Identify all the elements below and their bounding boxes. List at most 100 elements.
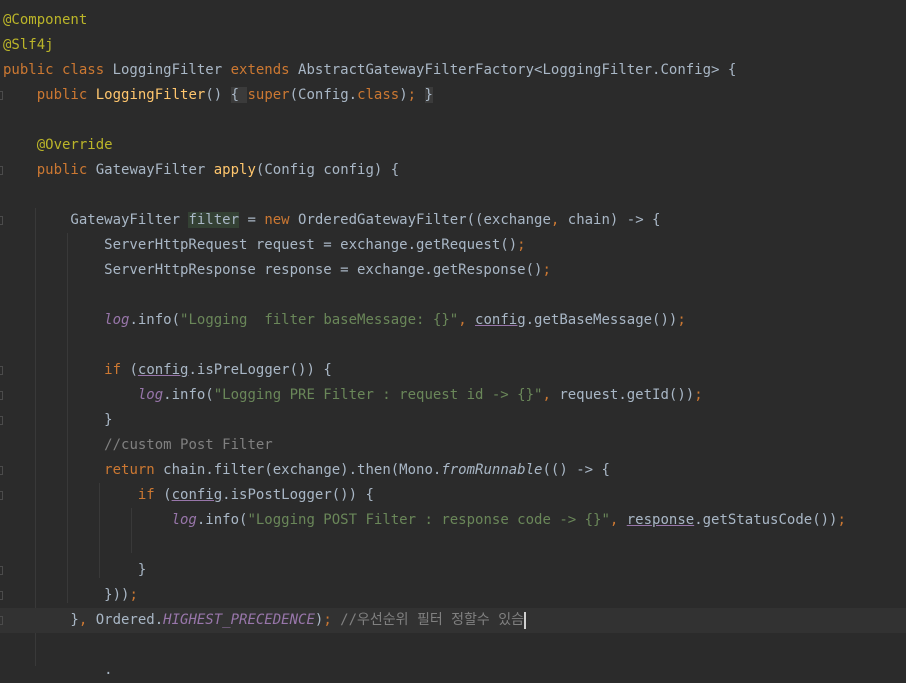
- code-line[interactable]: GatewayFilter filter = new OrderedGatewa…: [0, 208, 906, 233]
- code-token: ): [399, 87, 408, 103]
- code-token: public: [36, 162, 96, 178]
- code-token: @Slf4j: [3, 37, 54, 53]
- code-line[interactable]: log.info("Logging PRE Filter : request i…: [0, 383, 906, 408]
- code-line[interactable]: @Slf4j: [0, 33, 906, 58]
- code-token: .isPostLogger()) {: [222, 487, 374, 503]
- code-token: //custom Post Filter: [104, 437, 273, 453]
- code-token: config: [137, 362, 189, 378]
- code-token: log: [137, 387, 164, 403]
- code-token: response: [626, 512, 695, 528]
- code-token: ServerHttpRequest request = exchange.get…: [3, 237, 518, 253]
- code-text: //custom Post Filter: [3, 433, 273, 458]
- code-token: ,: [550, 212, 568, 228]
- code-token: }: [3, 412, 113, 428]
- code-token: LoggingFilter: [112, 62, 231, 78]
- code-token: .info(: [196, 512, 248, 528]
- code-line[interactable]: @Component: [0, 8, 906, 33]
- code-token: GatewayFilter: [3, 212, 189, 228]
- code-token: return: [104, 462, 164, 478]
- code-line[interactable]: }, Ordered.HIGHEST_PRECEDENCE); //우선순위 필…: [0, 608, 906, 633]
- code-token: {: [230, 87, 248, 103]
- code-line[interactable]: public GatewayFilter apply(Config config…: [0, 158, 906, 183]
- code-line[interactable]: [0, 108, 906, 133]
- code-line[interactable]: [0, 633, 906, 658]
- code-token: ;: [129, 587, 138, 603]
- code-token: }: [3, 562, 147, 578]
- code-token: config: [475, 312, 526, 328]
- code-token: .: [3, 662, 113, 678]
- code-token: ,: [458, 312, 476, 328]
- code-token: (() -> {: [542, 462, 610, 478]
- code-text: }, Ordered.HIGHEST_PRECEDENCE); //우선순위 필…: [3, 608, 526, 633]
- code-line[interactable]: }: [0, 558, 906, 583]
- code-token: ;: [542, 262, 551, 278]
- code-token: filter: [188, 212, 240, 228]
- code-token: ,: [542, 387, 560, 403]
- code-token: .info(: [129, 312, 181, 328]
- code-token: .info(: [163, 387, 214, 403]
- code-token: =: [239, 212, 265, 228]
- code-line[interactable]: if (config.isPreLogger()) {: [0, 358, 906, 383]
- code-line[interactable]: if (config.isPostLogger()) {: [0, 483, 906, 508]
- code-token: config: [171, 487, 223, 503]
- code-token: request.getId()): [559, 387, 695, 403]
- code-token: if: [104, 362, 130, 378]
- code-token: OrderedGatewayFilter((exchange: [298, 212, 551, 228]
- code-token: (: [129, 362, 138, 378]
- code-token: }: [3, 612, 79, 628]
- code-text: .: [3, 658, 113, 683]
- code-line[interactable]: public LoggingFilter() { super(Config.cl…: [0, 83, 906, 108]
- code-token: ServerHttpResponse response = exchange.g…: [3, 262, 543, 278]
- code-line[interactable]: //custom Post Filter: [0, 433, 906, 458]
- code-line[interactable]: return chain.filter(exchange).then(Mono.…: [0, 458, 906, 483]
- code-token: extends: [230, 62, 299, 78]
- code-token: (): [205, 87, 231, 103]
- code-line[interactable]: ServerHttpRequest request = exchange.get…: [0, 233, 906, 258]
- code-line[interactable]: [0, 333, 906, 358]
- code-token: AbstractGatewayFilterFactory<LoggingFilt…: [298, 62, 737, 78]
- code-token: ;: [694, 387, 703, 403]
- code-editor[interactable]: @Component @Slf4j public class LoggingFilt…: [0, 0, 906, 678]
- code-text: if (config.isPostLogger()) {: [3, 483, 374, 508]
- code-token: ;: [323, 612, 341, 628]
- code-token: ;: [407, 87, 425, 103]
- code-token: apply: [213, 162, 256, 178]
- code-token: }: [424, 87, 433, 103]
- code-line[interactable]: ServerHttpResponse response = exchange.g…: [0, 258, 906, 283]
- code-token: LoggingFilter: [95, 87, 206, 103]
- code-line[interactable]: log.info("Logging filter baseMessage: {}…: [0, 308, 906, 333]
- code-token: log: [104, 312, 130, 328]
- code-token: public class: [3, 62, 113, 78]
- code-line[interactable]: public class LoggingFilter extends Abstr…: [0, 58, 906, 83]
- code-line[interactable]: log.info("Logging POST Filter : response…: [0, 508, 906, 533]
- code-line[interactable]: [0, 183, 906, 208]
- code-token: //우선순위 필터 정할수 있슴: [340, 612, 524, 628]
- code-token: "Logging PRE Filter : request id -> {}": [213, 387, 543, 403]
- code-text: @Slf4j: [3, 33, 54, 58]
- code-line[interactable]: [0, 283, 906, 308]
- code-token: HIGHEST_PRECEDENCE: [163, 612, 315, 628]
- code-line[interactable]: }));: [0, 583, 906, 608]
- code-token: "Logging filter baseMessage: {}": [180, 312, 459, 328]
- code-line[interactable]: }: [0, 408, 906, 433]
- code-token: Ordered.: [95, 612, 164, 628]
- code-token: if: [137, 487, 164, 503]
- code-token: new: [264, 212, 299, 228]
- code-token: ,: [78, 612, 96, 628]
- code-text: return chain.filter(exchange).then(Mono.…: [3, 458, 610, 483]
- code-text: public GatewayFilter apply(Config config…: [3, 158, 399, 183]
- code-text: @Override: [3, 133, 113, 158]
- code-line[interactable]: .: [0, 658, 906, 683]
- code-token: log: [171, 512, 197, 528]
- code-text: if (config.isPreLogger()) {: [3, 358, 332, 383]
- code-line[interactable]: @Override: [0, 133, 906, 158]
- code-text: log.info("Logging PRE Filter : request i…: [3, 383, 703, 408]
- code-text: }: [3, 408, 113, 433]
- code-token: class: [357, 87, 400, 103]
- code-text: public LoggingFilter() { super(Config.cl…: [3, 83, 433, 108]
- code-line[interactable]: [0, 533, 906, 558]
